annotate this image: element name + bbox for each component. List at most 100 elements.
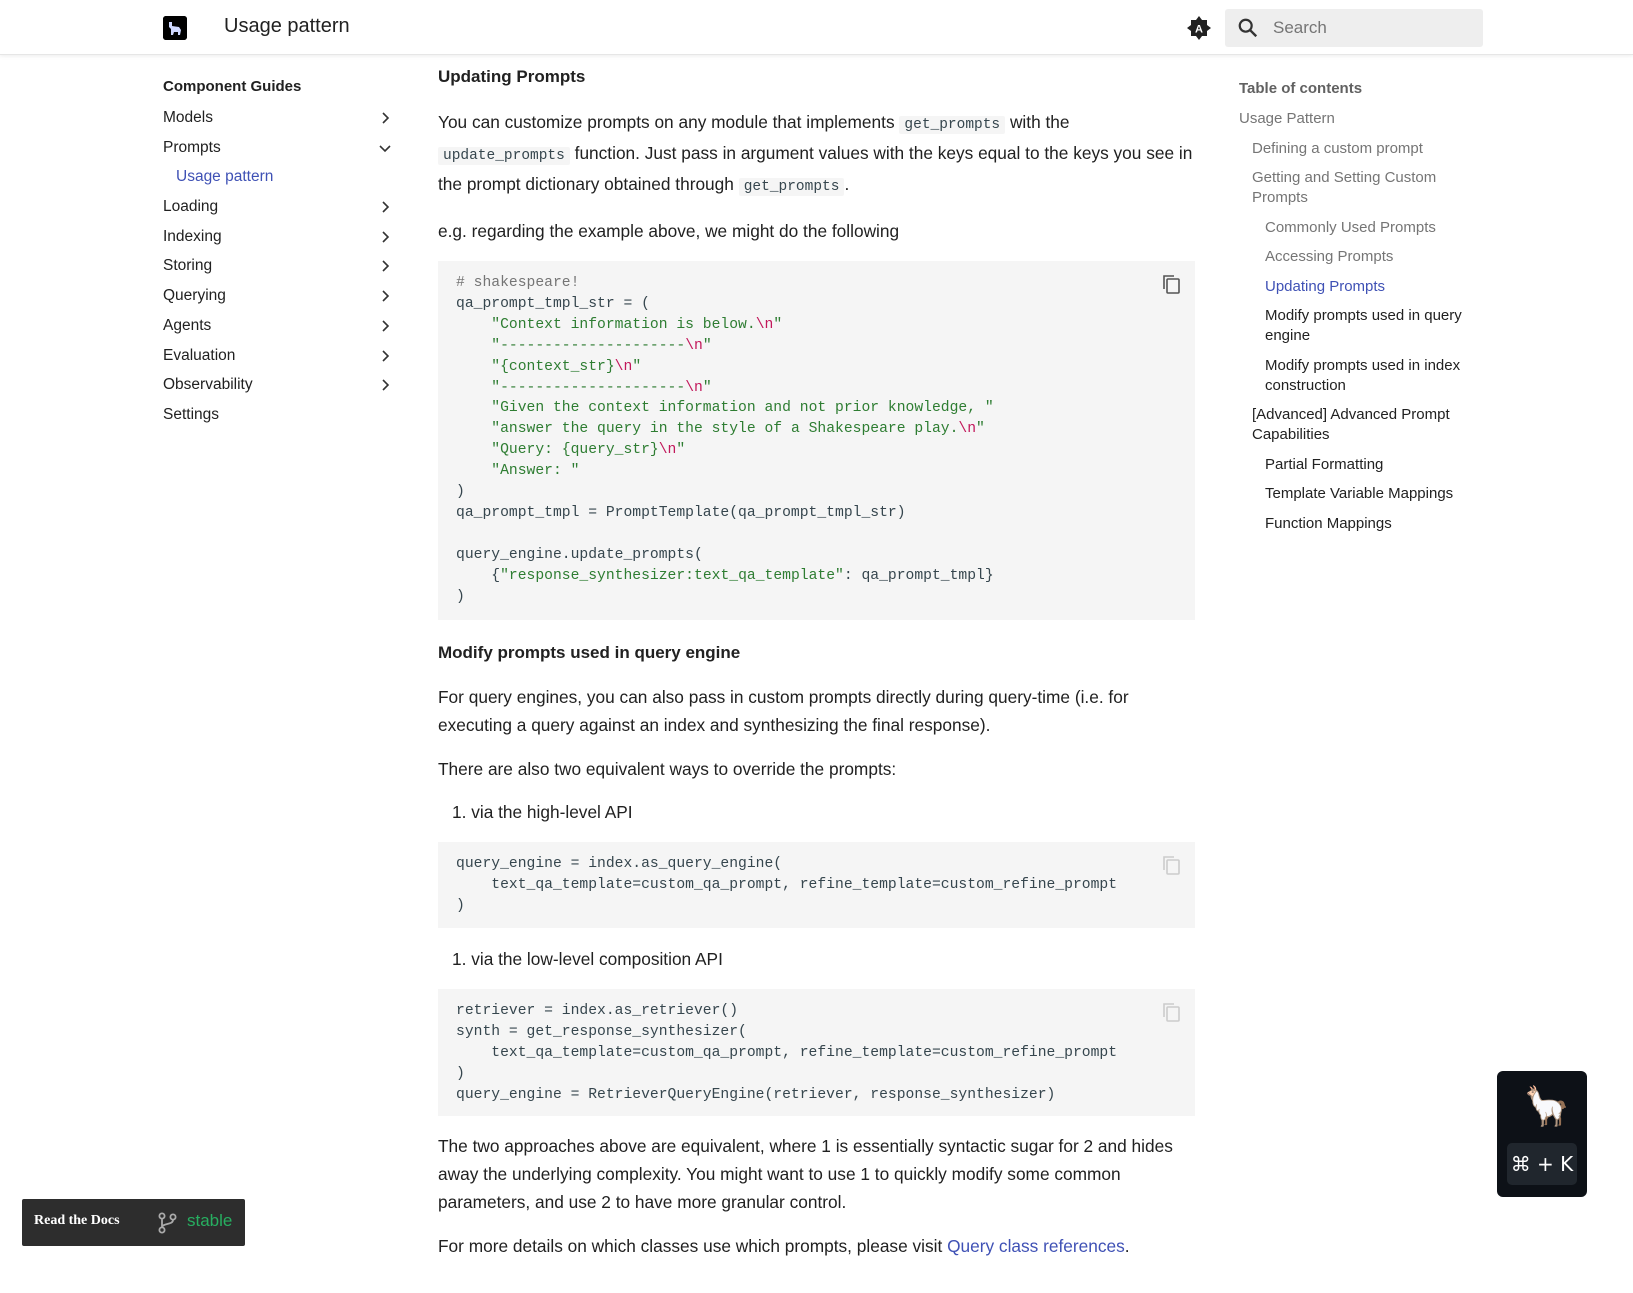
toc-item-usage-pattern[interactable]: Usage Pattern — [1239, 109, 1489, 129]
chevron-right-icon[interactable] — [377, 288, 393, 304]
sidebar-item-label: Agents — [163, 316, 212, 334]
main-content: Updating Prompts You can customize promp… — [438, 66, 1195, 1260]
copy-icon[interactable] — [1161, 1001, 1181, 1023]
code-line: "{context_str} — [491, 358, 615, 375]
ordered-list: 1. via the high-level API — [438, 799, 1195, 825]
section-heading-updating-prompts: Updating Prompts — [438, 67, 586, 86]
sidebar-item-settings[interactable]: Settings — [163, 405, 393, 435]
toc-item-template-variable-mappings[interactable]: Template Variable Mappings — [1239, 484, 1489, 504]
code-escape: \n — [685, 379, 703, 396]
text: You can customize prompts on any module … — [438, 112, 895, 132]
code-line: ) — [456, 484, 465, 501]
code-line: "Context information is below. — [491, 316, 756, 333]
chevron-right-icon[interactable] — [377, 377, 393, 393]
code-quote: " — [773, 316, 783, 333]
paragraph: The two approaches above are equivalent,… — [438, 1136, 1173, 1212]
list-item: 1. via the low-level composition API — [452, 949, 723, 969]
sidebar-item-prompts[interactable]: Prompts — [163, 138, 393, 168]
sidebar-item-label: Querying — [163, 287, 226, 305]
code-line: "Given the context information and not p… — [491, 400, 994, 417]
version-label: stable — [187, 1211, 233, 1230]
sidebar-item-label: Observability — [163, 376, 253, 394]
sidebar-item-storing[interactable]: Storing — [163, 256, 393, 286]
chevron-right-icon[interactable] — [377, 229, 393, 245]
readthedocs-version-badge[interactable]: Read the Docs stable — [22, 1199, 245, 1246]
sidebar-item-label: Usage pattern — [176, 168, 274, 186]
code-quote: " — [632, 358, 642, 375]
sidebar-item-querying[interactable]: Querying — [163, 286, 393, 316]
sidebar-item-label: Loading — [163, 198, 219, 216]
code-line: text_qa_template=custom_qa_prompt, refin… — [456, 1044, 1118, 1061]
theme-toggle-icon[interactable]: A — [1186, 15, 1212, 41]
paragraph: For query engines, you can also pass in … — [438, 687, 1129, 735]
sidebar-item-agents[interactable]: Agents — [163, 316, 393, 346]
table-of-contents: Table of contents Usage Pattern Defining… — [1239, 80, 1489, 543]
code-punct: { — [491, 567, 501, 584]
toc-item-defining-custom-prompt[interactable]: Defining a custom prompt — [1239, 139, 1489, 159]
readthedocs-logo: Read the Docs — [34, 1213, 120, 1228]
chevron-down-icon[interactable] — [377, 140, 393, 156]
toc-item-getting-setting-prompts[interactable]: Getting and Setting Custom Prompts — [1239, 168, 1489, 208]
sidebar-item-usage-pattern[interactable]: Usage pattern — [163, 167, 393, 197]
sidebar-item-models[interactable]: Models — [163, 108, 393, 138]
copy-icon[interactable] — [1161, 854, 1181, 876]
code-escape: \n — [614, 358, 633, 375]
sidebar-item-observability[interactable]: Observability — [163, 375, 393, 405]
inline-code: update_prompts — [438, 147, 570, 165]
code-line: ) — [456, 588, 465, 605]
sidebar-item-loading[interactable]: Loading — [163, 197, 393, 227]
sidebar-item-label: Prompts — [163, 138, 221, 156]
text: For more details on which classes use wh… — [438, 1236, 943, 1256]
code-line: query_engine.update_prompts( — [456, 546, 703, 563]
ai-assistant-button[interactable]: 🦙 ⌘ + K — [1497, 1071, 1587, 1197]
toc-item-updating-prompts[interactable]: Updating Prompts — [1239, 277, 1489, 297]
svg-text:A: A — [1195, 24, 1203, 36]
code-line: "--------------------- — [491, 379, 686, 396]
llamaindex-logo-icon[interactable] — [163, 16, 187, 40]
code-line: "Query: {query_str} — [491, 442, 659, 459]
code-block: retriever = index.as_retriever() synth =… — [438, 989, 1195, 1116]
chevron-right-icon[interactable] — [377, 348, 393, 364]
chevron-right-icon[interactable] — [377, 110, 393, 126]
query-class-references-link[interactable]: Query class references — [947, 1236, 1125, 1256]
code-quote: " — [976, 421, 985, 438]
sidebar-item-indexing[interactable]: Indexing — [163, 227, 393, 257]
sidebar-item-evaluation[interactable]: Evaluation — [163, 346, 393, 376]
section-heading-modify-query-engine: Modify prompts used in query engine — [438, 643, 741, 662]
copy-icon[interactable] — [1161, 273, 1181, 295]
code-line: # shakespeare! — [456, 275, 580, 291]
chevron-right-icon[interactable] — [377, 318, 393, 334]
code-escape: \n — [658, 442, 677, 459]
code-line: retriever = index.as_retriever() — [456, 1003, 739, 1019]
toc-item-accessing-prompts[interactable]: Accessing Prompts — [1239, 247, 1489, 267]
code-line: query_engine = RetrieverQueryEngine(retr… — [456, 1086, 1056, 1103]
code-quote: " — [676, 442, 686, 459]
search-box[interactable] — [1225, 9, 1483, 47]
toc-item-partial-formatting[interactable]: Partial Formatting — [1239, 455, 1489, 475]
chevron-right-icon[interactable] — [377, 199, 393, 215]
code-quote: " — [702, 379, 712, 396]
toc-item-commonly-used-prompts[interactable]: Commonly Used Prompts — [1239, 218, 1489, 238]
top-header: Usage pattern A — [0, 0, 1633, 55]
code-line: : qa_prompt_tmpl} — [843, 567, 994, 584]
toc-item-advanced-capabilities[interactable]: [Advanced] Advanced Prompt Capabilities — [1239, 405, 1489, 445]
list-item: 1. via the high-level API — [452, 802, 633, 822]
sidebar-item-label: Indexing — [163, 227, 222, 245]
chevron-right-icon[interactable] — [377, 258, 393, 274]
nav-section-title: Component Guides — [163, 78, 302, 95]
search-input[interactable] — [1273, 9, 1473, 47]
left-sidebar: Component Guides Models Prompts Usage pa… — [163, 78, 393, 435]
sidebar-item-label: Evaluation — [163, 346, 236, 364]
toc-item-function-mappings[interactable]: Function Mappings — [1239, 514, 1489, 534]
inline-code: get_prompts — [899, 116, 1006, 134]
code-line: ) — [456, 897, 465, 914]
toc-item-modify-index-construction[interactable]: Modify prompts used in index constructio… — [1239, 356, 1489, 396]
toc-item-modify-query-engine[interactable]: Modify prompts used in query engine — [1239, 306, 1489, 346]
toc-title: Table of contents — [1239, 80, 1363, 97]
code-escape: \n — [755, 316, 774, 333]
code-quote: " — [702, 337, 712, 354]
code-line: query_engine = index.as_query_engine( — [456, 856, 783, 872]
code-escape: \n — [958, 421, 977, 438]
code-line: "--------------------- — [491, 337, 686, 354]
inline-code: get_prompts — [738, 178, 845, 196]
